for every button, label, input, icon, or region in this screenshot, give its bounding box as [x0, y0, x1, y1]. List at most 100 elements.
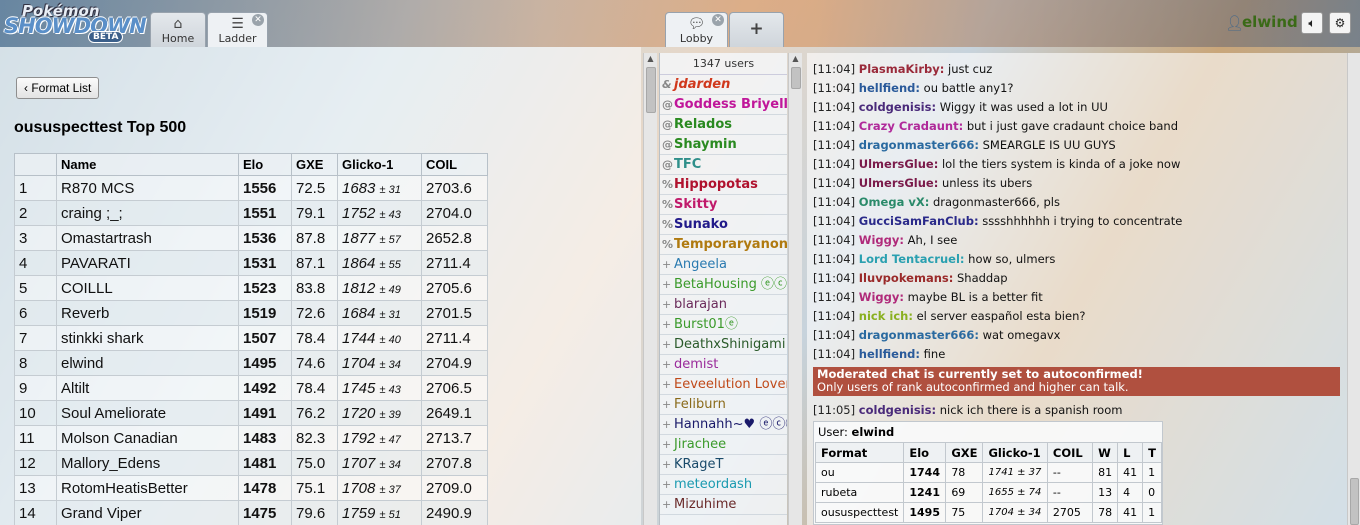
player-name[interactable]: PAVARATI	[56, 250, 239, 276]
message-author[interactable]: hellfiend:	[859, 347, 920, 361]
tab-ladder[interactable]: ☰ Ladder ✕	[207, 12, 268, 47]
message-author[interactable]: Wiggy:	[859, 233, 904, 247]
ladder-scrollbar[interactable]: ▲	[643, 53, 657, 525]
player-name[interactable]: Grand Viper	[56, 500, 239, 525]
message-author[interactable]: Wiggy:	[859, 290, 904, 304]
user-list-name: Hippopotas	[674, 177, 758, 192]
scrollbar-thumb[interactable]	[1350, 478, 1359, 525]
scrollbar-thumb[interactable]	[791, 67, 801, 89]
message-author[interactable]: coldgenisis:	[859, 100, 936, 114]
ladder-row: 4 PAVARATI 1531 87.1 1864 ± 55 2711.4	[14, 250, 488, 276]
message-timestamp: [11:04]	[813, 271, 856, 285]
message-author[interactable]: UlmersGlue:	[859, 157, 939, 171]
user-list-item[interactable]: + Burst01ⓔ	[660, 315, 787, 335]
message-author[interactable]: Iluvpokemans:	[859, 271, 954, 285]
user-list-item[interactable]: + DeathxShinigami	[660, 335, 787, 355]
user-group-symbol: +	[662, 438, 672, 451]
message-author[interactable]: GucciSamFanClub:	[859, 214, 979, 228]
message-author[interactable]: Lord Tentacruel:	[859, 252, 965, 266]
message-author[interactable]: PlasmaKirby:	[859, 62, 945, 76]
rank-cell: 10	[14, 400, 57, 426]
format-list-button[interactable]: ‹ Format List	[16, 77, 100, 99]
userlist-scrollbar[interactable]: ▲	[788, 53, 802, 525]
glicko-deviation: ± 31	[379, 183, 401, 196]
scroll-up-icon[interactable]: ▲	[789, 53, 802, 65]
chat-scrollbar[interactable]	[1347, 53, 1360, 525]
player-name[interactable]: COILLL	[56, 275, 239, 301]
user-list-item[interactable]: + Hannahh~♥ ⓔⓒⓒ	[660, 415, 787, 435]
gxe-cell: 87.1	[291, 250, 338, 276]
user-list-item[interactable]: & jdarden	[660, 75, 787, 95]
user-list-item[interactable]: @Shaymin	[660, 135, 787, 155]
user-list-item[interactable]: %Sunako	[660, 215, 787, 235]
message-text: just cuz	[948, 62, 993, 76]
scrollbar-thumb[interactable]	[646, 67, 656, 113]
user-list-item[interactable]: + meteordash	[660, 475, 787, 495]
glicko-cell: 1759 ± 51	[337, 500, 422, 525]
notice-line-1: Moderated chat is currently set to autoc…	[817, 367, 1143, 381]
message-timestamp: [11:04]	[813, 233, 856, 247]
user-list-item[interactable]: %Skitty	[660, 195, 787, 215]
user-group-symbol: %	[662, 178, 674, 191]
column-header-coil: COIL	[421, 153, 488, 176]
player-name[interactable]: Molson Canadian	[56, 425, 239, 451]
ladder-table: Name Elo GXE Glicko-1 COIL 1 R870 MCS 1556…	[14, 153, 488, 525]
user-list-item[interactable]: +BetaHousing ⓔⓒⓒ	[660, 275, 787, 295]
user-list-item[interactable]: + blarajan	[660, 295, 787, 315]
player-name[interactable]: RotomHeatisBetter	[56, 475, 239, 501]
ladder-row: 10 Soul Ameliorate 1491 76.2 1720 ± 39 2649.1	[14, 400, 488, 426]
user-list-item[interactable]: + Mizuhime	[660, 495, 787, 515]
player-name[interactable]: elwind	[56, 350, 239, 376]
tab-new-room[interactable]: +	[729, 12, 784, 47]
user-list-item[interactable]: + Eeveelution Lover	[660, 375, 787, 395]
player-name[interactable]: Omastartrash	[56, 225, 239, 251]
user-list-item[interactable]: + Angeela	[660, 255, 787, 275]
glicko-cell: 1708 ± 37	[337, 475, 422, 501]
message-author[interactable]: Omega vX:	[859, 195, 930, 209]
user-list-item[interactable]: @Relados	[660, 115, 787, 135]
message-author[interactable]: hellfiend:	[859, 81, 920, 95]
rank-user-name[interactable]: elwind	[852, 425, 895, 439]
message-author[interactable]: coldgenisis:	[859, 403, 936, 417]
user-count: 1347 users	[660, 53, 787, 75]
user-list-item[interactable]: + KRageT	[660, 455, 787, 475]
tab-home[interactable]: ⌂ Home	[150, 12, 206, 47]
user-list-item[interactable]: @TFC	[660, 155, 787, 175]
player-name[interactable]: craing ;_;	[56, 200, 239, 226]
message-author[interactable]: dragonmaster666:	[859, 328, 979, 342]
username[interactable]: elwind	[1242, 13, 1298, 31]
ladder-row: 13 RotomHeatisBetter 1478 75.1 1708 ± 37 2709…	[14, 475, 488, 501]
user-list-item[interactable]: @Goddess Briyella	[660, 95, 787, 115]
message-author[interactable]: nick ich:	[859, 309, 913, 323]
gear-icon[interactable]: ⚙	[1329, 12, 1351, 34]
tab-lobby[interactable]: 💬︎ Lobby ✕	[665, 12, 728, 47]
user-list-name: demist	[674, 357, 719, 372]
message-author[interactable]: dragonmaster666:	[859, 138, 979, 152]
gxe-cell: 79.1	[291, 200, 338, 226]
rank-cell: 7	[14, 325, 57, 351]
player-name[interactable]: Reverb	[56, 300, 239, 326]
chat-message: [11:04] hellfiend: fine	[813, 347, 945, 361]
user-list-item[interactable]: + Jirachee	[660, 435, 787, 455]
scroll-up-icon[interactable]: ▲	[644, 53, 657, 65]
user-list-item[interactable]: + Feliburn	[660, 395, 787, 415]
close-icon[interactable]: ✕	[252, 14, 264, 26]
message-author[interactable]: Crazy Cradaunt:	[859, 119, 963, 133]
close-icon[interactable]: ✕	[712, 14, 724, 26]
volume-icon[interactable]: 🔈︎	[1301, 12, 1323, 34]
player-name[interactable]: Mallory_Edens	[56, 450, 239, 476]
ladder-header-row: Name Elo GXE Glicko-1 COIL	[14, 153, 488, 176]
coil-cell: 2709.0	[421, 475, 488, 501]
user-list-item[interactable]: %Hippopotas	[660, 175, 787, 195]
player-name[interactable]: Soul Ameliorate	[56, 400, 239, 426]
showdown-logo[interactable]: Pokémon SHOWDOWN BETA	[4, 2, 147, 44]
player-name[interactable]: R870 MCS	[56, 175, 239, 201]
message-author[interactable]: UlmersGlue:	[859, 176, 939, 190]
player-name[interactable]: stinkki shark	[56, 325, 239, 351]
chat-message: [11:04] UlmersGlue: lol the tiers system…	[813, 157, 1180, 171]
plus-icon: +	[749, 19, 764, 39]
user-list-item[interactable]: + demist	[660, 355, 787, 375]
rank-cell: 3	[14, 225, 57, 251]
player-name[interactable]: Altilt	[56, 375, 239, 401]
user-list-item[interactable]: %Temporaryanony	[660, 235, 787, 255]
